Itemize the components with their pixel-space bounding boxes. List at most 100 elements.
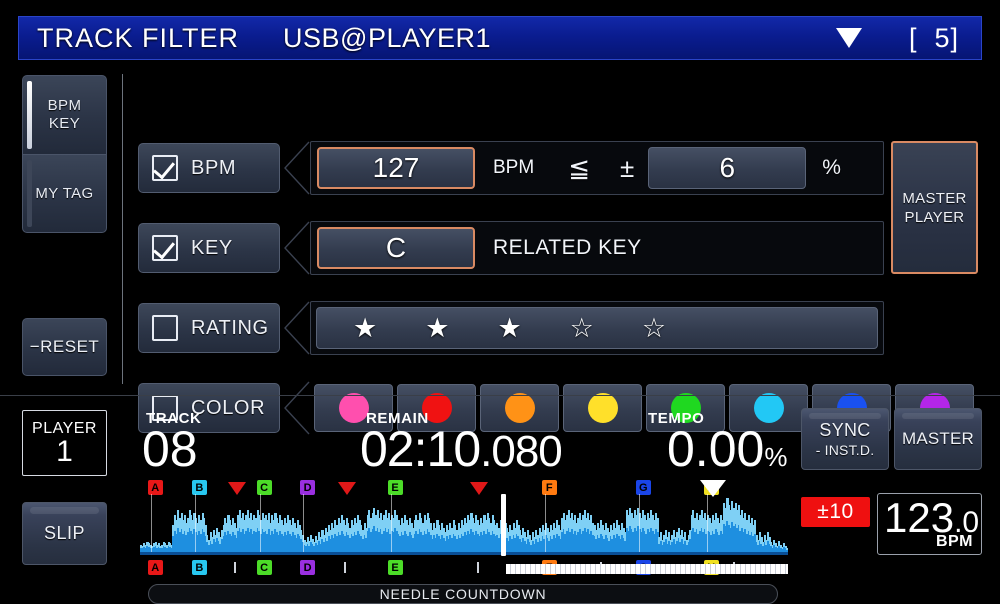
master-player-button[interactable]: MASTER PLAYER [891,141,978,274]
sidebar-divider [122,74,123,384]
selection-indicator [27,81,32,149]
reset-button[interactable]: −RESET [22,318,107,376]
cue-line-b [194,494,196,552]
rating-checkbox-label: RATING [191,316,269,339]
tempo-number: 0.00 [667,421,765,477]
page-title: TRACK FILTER [37,22,240,53]
bpm-unit-label: BPM [493,157,535,178]
cue-line-f [544,494,546,552]
bpm-checkbox-label: BPM [191,156,237,179]
key-checkbox[interactable] [152,235,178,261]
sync-button-label: SYNC [819,420,871,440]
bpm-display: 123.0 BPM [877,493,982,555]
tempo-range-label: ±10 [817,500,854,523]
slip-button[interactable]: SLIP [22,502,107,565]
tempo-unit: % [764,442,788,472]
sidebar-item-bpm-key[interactable]: BPM KEY [22,75,107,155]
dj-player-screen: TRACK FILTER USB@PLAYER1 [ 5] BPM KEY MY… [0,0,1000,604]
memory-cue-triangle-icon-2 [338,482,357,495]
master-button-label: MASTER [901,429,975,448]
player-badge-number: 1 [56,434,73,468]
rating-checkbox[interactable] [152,315,178,341]
bpm-checkbox-button[interactable]: BPM [138,143,280,193]
sidebar-tabs: BPM KEY MY TAG [22,75,107,233]
bpm-tolerance-field[interactable]: 6 [648,147,807,189]
filter-triangle-icon[interactable] [835,26,863,50]
filter-count-badge: [ 5] [908,22,959,53]
needle-countdown-label: NEEDLE COUNTDOWN [379,586,547,602]
bpm-display-unit: BPM [935,533,973,550]
track-number-value: 08 [142,421,198,477]
needle-countdown-bar[interactable]: NEEDLE COUNTDOWN [148,584,778,604]
sync-button-sublabel: - INST.D. [815,442,875,458]
key-value-field[interactable]: C [317,227,475,269]
overview-progress [505,564,788,574]
master-player-label-line1: MASTER [902,189,967,207]
track-overview-bar[interactable]: ABCDEFGH [140,560,788,578]
key-mode-label: RELATED KEY [493,236,642,259]
rating-star-1[interactable]: ★ [353,314,377,342]
bpm-tolerance-unit-label: % [822,156,841,179]
overview-cue-e[interactable]: E [387,560,403,575]
master-button[interactable]: MASTER [894,408,982,470]
overview-cue-c[interactable]: C [256,560,272,575]
overview-tick-2 [344,562,347,573]
remain-milliseconds: .080 [480,427,563,476]
tempo-range-badge[interactable]: ±10 [801,497,870,527]
bpm-plusminus-label: ± [619,152,635,183]
overview-cue-d[interactable]: D [300,560,316,575]
rating-star-3[interactable]: ★ [497,314,521,342]
cue-marker-b[interactable]: B [191,480,207,495]
cue-line-a [150,494,152,552]
rating-stars[interactable]: ★ ★ ★ ☆ ☆ [316,307,878,349]
rating-star-5[interactable]: ☆ [642,314,666,342]
overview-cue-a[interactable]: A [147,560,163,575]
key-checkbox-button[interactable]: KEY [138,223,280,273]
overview-tick-1 [233,562,236,573]
bpm-checkbox[interactable] [152,155,178,181]
rating-star-2[interactable]: ★ [425,314,449,342]
sidebar-item-bpm-key-line1: BPM [47,97,82,114]
sidebar-item-bpm-key-line2: KEY [48,115,81,132]
overview-cue-b[interactable]: B [191,560,207,575]
bpm-operator-label: ≦ [568,152,590,183]
overview-tick-3 [476,562,479,573]
rating-star-4[interactable]: ☆ [570,314,594,342]
key-checkbox-label: KEY [191,236,233,259]
remain-time-value: 02:10.080 [360,421,563,477]
remain-minsec: 02:10 [360,421,481,477]
sidebar-item-my-tag[interactable]: MY TAG [22,155,107,233]
bpm-value-panel: 127 BPM ≦ ± 6 % [310,141,884,195]
waveform-baseline [140,552,788,555]
cue-marker-a[interactable]: A [147,480,163,495]
filter-pane: BPM KEY MY TAG −RESET BPM 127 BPM ≦ ± 6 … [0,60,1000,435]
key-value-panel: C RELATED KEY [310,221,884,275]
rating-panel: ★ ★ ★ ☆ ☆ [310,301,884,355]
waveform-canvas[interactable] [140,498,789,552]
cue-line-c [259,494,261,552]
filter-row-rating: RATING ★ ★ ★ ☆ ☆ [138,301,884,355]
tempo-value: 0.00% [667,424,787,482]
master-player-label-line2: PLAYER [904,208,965,226]
playhead [500,494,506,556]
rating-checkbox-button[interactable]: RATING [138,303,280,353]
sync-button[interactable]: SYNC - INST.D. [801,408,889,470]
cue-line-h [706,494,708,552]
memory-cue-triangle-icon-3 [469,482,488,495]
filter-row-key: KEY C RELATED KEY [138,221,884,275]
chevron-left-icon [284,221,310,275]
cue-marker-e[interactable]: E [387,480,403,495]
player-number-badge: PLAYER 1 [22,410,107,476]
bpm-value-field[interactable]: 127 [317,147,475,189]
cue-marker-g[interactable]: G [635,480,651,495]
cue-line-g [638,494,640,552]
playhead-triangle-icon [700,480,727,497]
chevron-left-icon [284,301,310,355]
cue-marker-d[interactable]: D [300,480,316,495]
selection-indicator-inactive [27,160,32,227]
cue-marker-c[interactable]: C [256,480,272,495]
cue-marker-f[interactable]: F [541,480,557,495]
waveform-area[interactable]: ABCDEFGH ABCDEFGH [140,480,789,600]
header-bar: TRACK FILTER USB@PLAYER1 [ 5] [18,16,982,60]
sidebar-item-my-tag-label: MY TAG [35,184,94,202]
